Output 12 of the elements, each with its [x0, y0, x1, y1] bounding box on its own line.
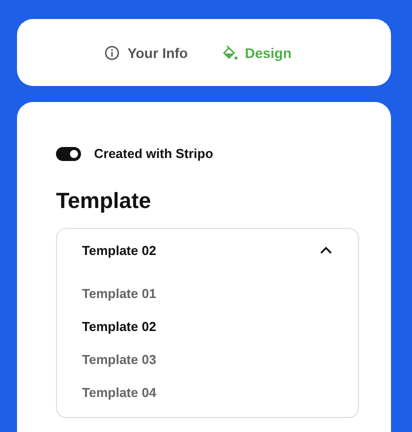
selected-value: Template 02 [82, 242, 156, 258]
template-dropdown[interactable]: Template 02 Template 01 Template 02 Template 03 Template 04 [56, 228, 359, 418]
toggle-switch[interactable] [56, 146, 81, 160]
paint-bucket-icon [222, 44, 238, 60]
toggle-label: Created with Stripo [94, 146, 214, 161]
section-title: Template [56, 188, 152, 214]
dropdown-option[interactable]: Template 03 [82, 343, 156, 376]
info-icon [104, 44, 120, 60]
tab[interactable]: Your Info [104, 44, 188, 60]
dropdown-option[interactable]: Template 02 [82, 310, 156, 343]
dropdown-option[interactable]: Template 04 [82, 376, 156, 409]
dropdown-option[interactable]: Template 01 [82, 277, 156, 310]
